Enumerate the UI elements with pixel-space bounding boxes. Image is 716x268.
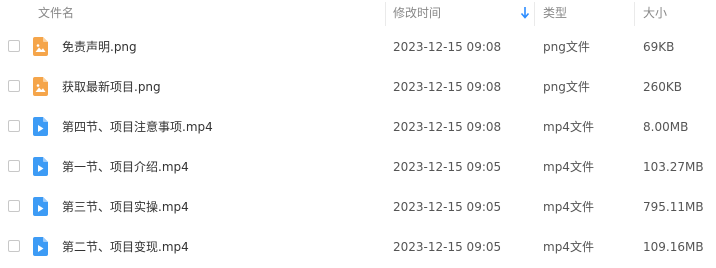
column-divider[interactable] <box>634 2 635 26</box>
file-name[interactable]: 免责声明.png <box>62 27 137 67</box>
video-file-icon <box>33 157 48 176</box>
table-row[interactable]: 第四节、项目注意事项.mp4 2023-12-15 09:08 mp4文件 8.… <box>0 107 716 147</box>
header-filename[interactable]: 文件名 <box>38 0 74 26</box>
file-name[interactable]: 第三节、项目实操.mp4 <box>62 187 189 227</box>
table-row[interactable]: 免责声明.png 2023-12-15 09:08 png文件 69KB <box>0 27 716 67</box>
file-name[interactable]: 第二节、项目变现.mp4 <box>62 227 189 267</box>
table-row[interactable]: 第二节、项目变现.mp4 2023-12-15 09:05 mp4文件 109.… <box>0 227 716 267</box>
table-row[interactable]: 获取最新项目.png 2023-12-15 09:08 png文件 260KB <box>0 67 716 107</box>
file-size: 69KB <box>643 40 675 54</box>
file-size: 8.00MB <box>643 120 689 134</box>
file-list-table: 文件名 修改时间 类型 大小 免责声明.png 2023-12-15 09:08… <box>0 0 716 268</box>
image-file-icon <box>33 77 48 96</box>
file-type: mp4文件 <box>543 200 594 214</box>
header-type[interactable]: 类型 <box>543 0 567 26</box>
row-checkbox[interactable] <box>8 80 20 92</box>
table-header: 文件名 修改时间 类型 大小 <box>0 0 716 26</box>
file-type: png文件 <box>543 40 590 54</box>
file-name[interactable]: 获取最新项目.png <box>62 67 161 107</box>
video-file-icon <box>33 197 48 216</box>
row-checkbox[interactable] <box>8 120 20 132</box>
column-divider[interactable] <box>534 2 535 26</box>
file-modified-time: 2023-12-15 09:05 <box>393 160 502 174</box>
file-modified-time: 2023-12-15 09:08 <box>393 40 502 54</box>
file-modified-time: 2023-12-15 09:08 <box>393 120 502 134</box>
row-checkbox[interactable] <box>8 160 20 172</box>
row-checkbox[interactable] <box>8 240 20 252</box>
file-size: 260KB <box>643 80 683 94</box>
file-modified-time: 2023-12-15 09:05 <box>393 240 502 254</box>
header-modified-time[interactable]: 修改时间 <box>393 0 441 26</box>
video-file-icon <box>33 117 48 136</box>
file-name[interactable]: 第一节、项目介绍.mp4 <box>62 147 189 187</box>
row-checkbox[interactable] <box>8 200 20 212</box>
table-row[interactable]: 第三节、项目实操.mp4 2023-12-15 09:05 mp4文件 795.… <box>0 187 716 227</box>
file-size: 109.16MB <box>643 240 704 254</box>
table-row[interactable]: 第一节、项目介绍.mp4 2023-12-15 09:05 mp4文件 103.… <box>0 147 716 187</box>
column-divider[interactable] <box>385 2 386 26</box>
file-type: mp4文件 <box>543 120 594 134</box>
file-type: mp4文件 <box>543 240 594 254</box>
video-file-icon <box>33 237 48 256</box>
file-type: mp4文件 <box>543 160 594 174</box>
file-modified-time: 2023-12-15 09:08 <box>393 80 502 94</box>
file-modified-time: 2023-12-15 09:05 <box>393 200 502 214</box>
image-file-icon <box>33 37 48 56</box>
file-name[interactable]: 第四节、项目注意事项.mp4 <box>62 107 213 147</box>
sort-down-arrow-icon[interactable] <box>520 6 530 20</box>
file-type: png文件 <box>543 80 590 94</box>
file-size: 795.11MB <box>643 200 704 214</box>
header-size[interactable]: 大小 <box>643 0 667 26</box>
row-checkbox[interactable] <box>8 40 20 52</box>
file-size: 103.27MB <box>643 160 704 174</box>
